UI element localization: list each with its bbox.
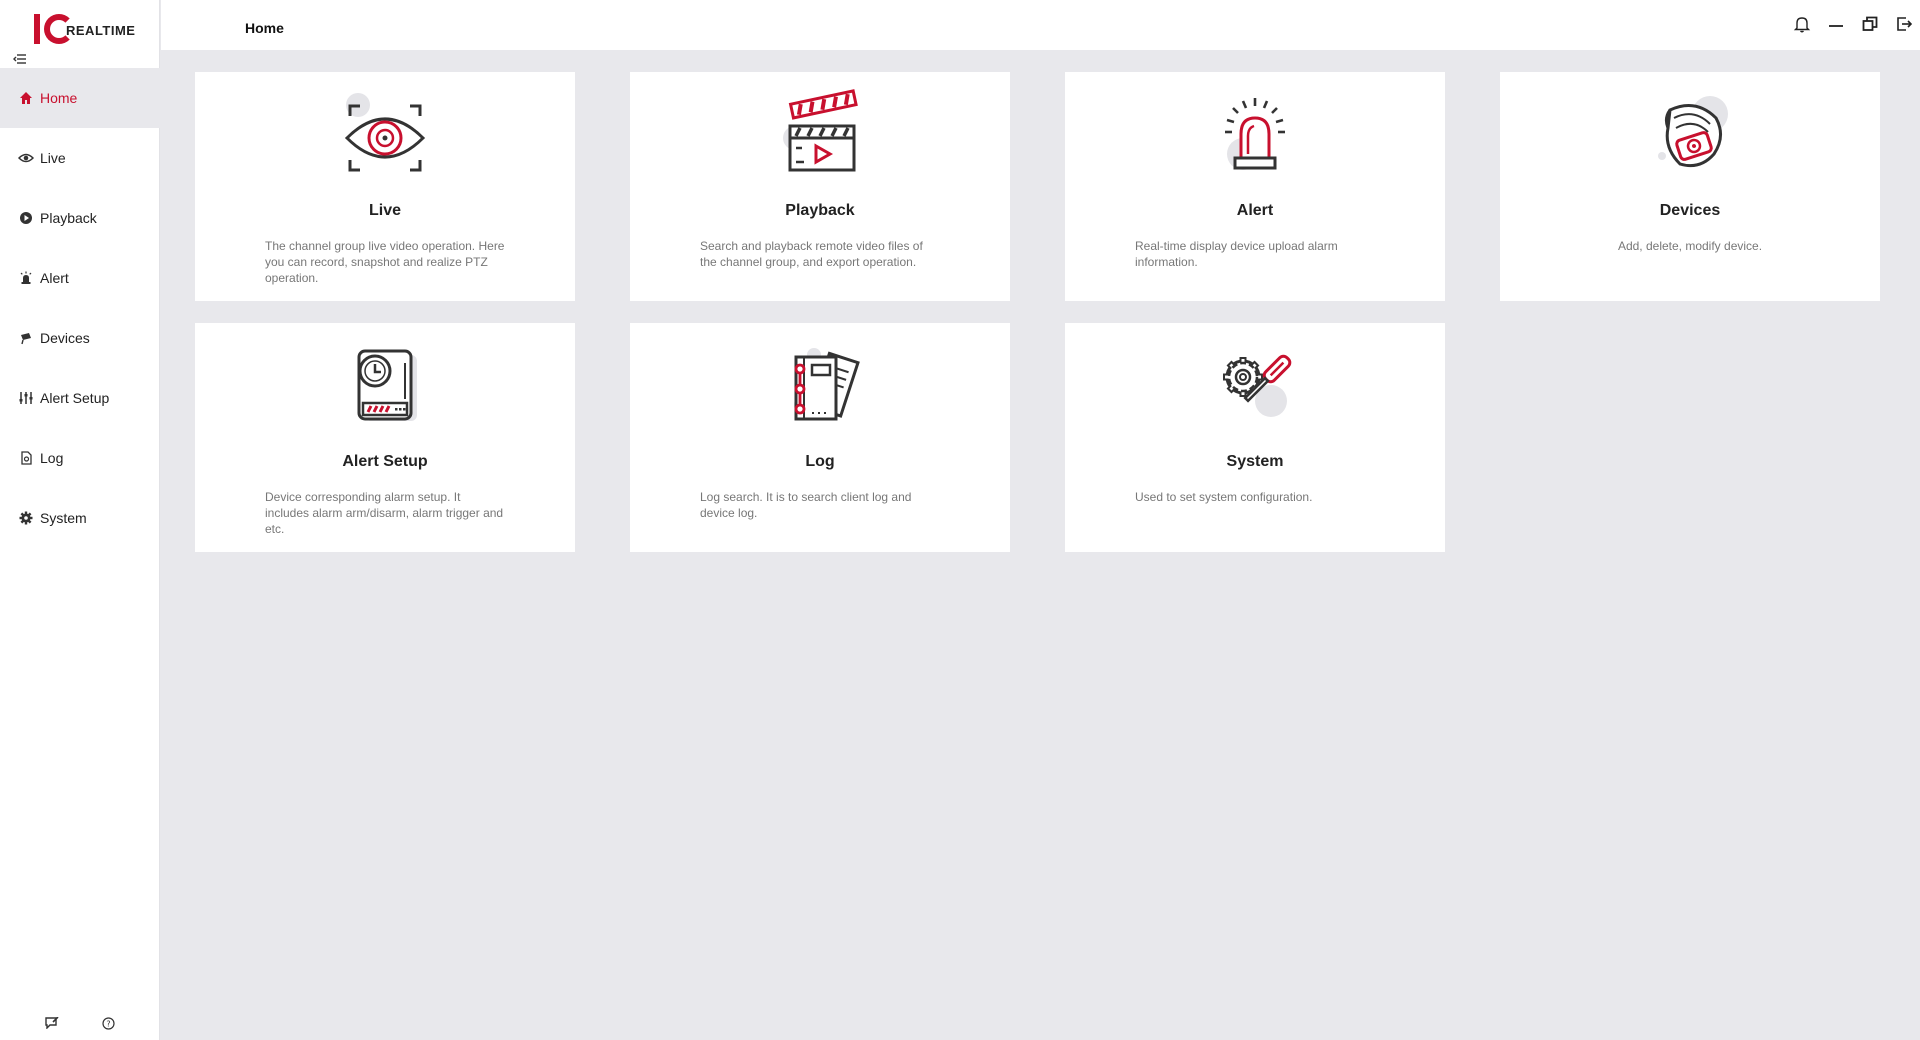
module-card-system[interactable]: System Used to set system configuration. xyxy=(1065,323,1445,552)
sidebar-item-label: Log xyxy=(40,450,64,466)
sidebar-item-live[interactable]: Live xyxy=(0,128,160,188)
app-logo: REALTIME xyxy=(34,10,135,46)
minimize-icon[interactable] xyxy=(1826,14,1846,34)
live-eye-icon xyxy=(18,150,34,166)
logo-mark xyxy=(34,12,74,46)
module-card-devices[interactable]: Devices Add, delete, modify device. xyxy=(1500,72,1880,301)
sidebar-item-label: Alert xyxy=(40,270,69,286)
restore-icon[interactable] xyxy=(1860,14,1880,34)
alarm-clock-device-icon xyxy=(335,339,435,439)
sidebar: REALTIME Home Live Playback Alert Device… xyxy=(0,0,160,1040)
sidebar-item-alert-setup[interactable]: Alert Setup xyxy=(0,368,160,428)
sidebar-item-devices[interactable]: Devices xyxy=(0,308,160,368)
card-title: Log xyxy=(805,453,835,470)
bell-icon[interactable] xyxy=(1792,14,1812,34)
help-icon[interactable]: ? xyxy=(99,1014,117,1032)
top-header: Home xyxy=(161,0,1920,50)
sidebar-item-label: Playback xyxy=(40,210,97,226)
dome-camera-icon xyxy=(1640,88,1740,188)
sidebar-nav: Home Live Playback Alert Devices Alert S… xyxy=(0,68,160,548)
brand-name: REALTIME xyxy=(66,23,136,38)
card-description: Used to set system configuration. xyxy=(1135,490,1313,504)
module-card-alert-setup[interactable]: Alert Setup Device corresponding alarm s… xyxy=(195,323,575,552)
sidebar-item-log[interactable]: Log xyxy=(0,428,160,488)
sidebar-item-label: Devices xyxy=(40,330,90,346)
sidebar-item-label: System xyxy=(40,510,87,526)
feedback-icon[interactable] xyxy=(43,1014,61,1032)
sidebar-item-system[interactable]: System xyxy=(0,488,160,548)
sidebar-item-label: Home xyxy=(40,90,78,106)
notebook-icon xyxy=(770,339,870,439)
module-card-log[interactable]: Log Log search. It is to search client l… xyxy=(630,323,1010,552)
clapperboard-icon xyxy=(770,88,870,188)
module-card-live[interactable]: Live The channel group live video operat… xyxy=(195,72,575,301)
card-description: Search and playback remote video files o… xyxy=(700,239,923,269)
card-title: Devices xyxy=(1659,202,1721,219)
log-doc-icon xyxy=(18,450,34,466)
gear-wrench-icon xyxy=(1205,339,1305,439)
menu-collapse-icon[interactable] xyxy=(13,52,27,64)
camera-icon xyxy=(18,330,34,346)
sidebar-item-label: Live xyxy=(40,150,66,166)
card-description: Real-time display device upload alarm in… xyxy=(1135,239,1338,269)
play-circle-icon xyxy=(18,210,34,226)
home-icon xyxy=(18,90,34,106)
card-description: Device corresponding alarm setup. It inc… xyxy=(265,490,504,536)
siren-icon xyxy=(18,270,34,286)
card-title: Live xyxy=(368,202,401,219)
sidebar-footer: ? xyxy=(0,1014,160,1032)
alarm-siren-icon xyxy=(1205,88,1305,188)
sidebar-item-label: Alert Setup xyxy=(40,390,110,406)
sidebar-item-alert[interactable]: Alert xyxy=(0,248,160,308)
gear-icon xyxy=(18,510,34,526)
card-title: Alert xyxy=(1236,202,1274,219)
home-module-grid: Live The channel group live video operat… xyxy=(195,72,1880,552)
sidebar-item-playback[interactable]: Playback xyxy=(0,188,160,248)
svg-text:?: ? xyxy=(106,1019,110,1028)
window-actions xyxy=(1792,14,1914,34)
sidebar-item-home[interactable]: Home xyxy=(0,68,160,128)
sliders-icon xyxy=(18,390,34,406)
module-card-alert[interactable]: Alert Real-time display device upload al… xyxy=(1065,72,1445,301)
card-title: System xyxy=(1226,453,1284,470)
logout-icon[interactable] xyxy=(1894,14,1914,34)
page-title: Home xyxy=(245,20,284,36)
card-title: Playback xyxy=(785,202,855,219)
card-description: Log search. It is to search client log a… xyxy=(700,490,912,520)
card-description: Add, delete, modify device. xyxy=(1617,239,1763,253)
card-description: The channel group live video operation. … xyxy=(265,239,505,285)
card-title: Alert Setup xyxy=(342,453,428,470)
eye-scan-icon xyxy=(335,88,435,188)
module-card-playback[interactable]: Playback Search and playback remote vide… xyxy=(630,72,1010,301)
